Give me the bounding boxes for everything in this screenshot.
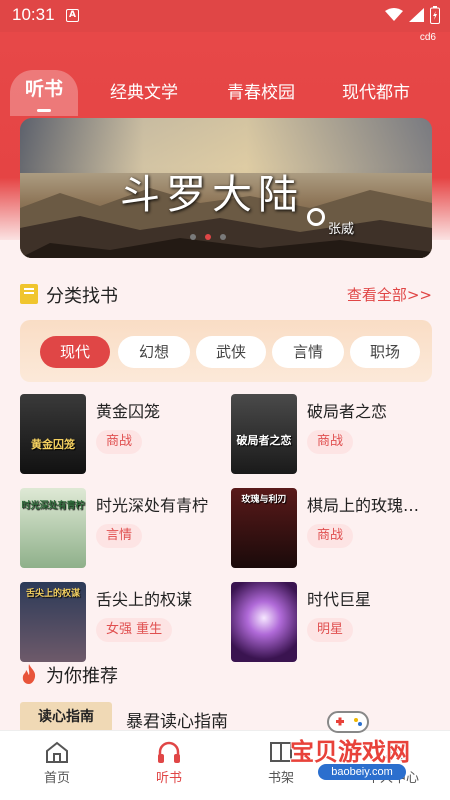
tab-classic-literature[interactable]: 经典文学 (110, 78, 178, 103)
gamepad-icon (327, 711, 369, 733)
cover-title: 黄金囚笼 (31, 438, 75, 451)
banner-subtitle: 张威 (328, 222, 355, 237)
book-item[interactable]: 玫瑰与利刃 棋局上的玫瑰… 商战 (231, 488, 431, 568)
flame-icon (22, 664, 36, 684)
book-item[interactable]: 时代巨星 明星 (231, 582, 431, 662)
nav-home[interactable]: 首页 (12, 741, 102, 786)
book-cover: 舌尖上的权谋 (20, 582, 86, 662)
tab-youth-campus[interactable]: 青春校园 (227, 78, 295, 103)
banner-indicator (190, 234, 226, 240)
watermark-logo: 宝贝游戏网 baobeiy.com (280, 706, 450, 782)
notification-icon: A (66, 9, 79, 22)
book-title: 时光深处有青柠 (96, 496, 209, 515)
view-all-link[interactable]: 查看全部>> (347, 284, 432, 305)
genre-chip-romance[interactable]: 言情 (272, 336, 344, 368)
book-item[interactable]: 舌尖上的权谋 舌尖上的权谋 女强 重生 (20, 582, 220, 662)
status-time: 10:31 (12, 5, 55, 24)
book-tag: 明星 (307, 618, 354, 642)
genre-chip-fantasy[interactable]: 幻想 (118, 336, 190, 368)
tab-modern-city[interactable]: 现代都市 (342, 78, 410, 103)
book-cover (231, 582, 297, 662)
banner-title: 斗罗大陆 (120, 172, 304, 218)
nav-home-label: 首页 (43, 771, 70, 786)
genre-panel: 现代 幻想 武侠 言情 职场 (20, 320, 432, 382)
status-bar: 10:31 A (0, 0, 450, 32)
genre-chip-workplace[interactable]: 职场 (350, 336, 420, 368)
status-icons (385, 6, 440, 24)
banner-carousel[interactable]: 斗罗大陆 张威 (20, 118, 432, 258)
book-title: 破局者之恋 (307, 402, 388, 421)
corner-label: cd6 (419, 32, 436, 43)
book-title: 棋局上的玫瑰… (307, 496, 420, 515)
cover-title: 读心指南 (38, 709, 94, 725)
cover-title: 舌尖上的权谋 (25, 589, 80, 599)
category-header: 分类找书 查看全部>> (20, 282, 432, 308)
top-tabs: 听书 经典文学 青春校园 现代都市 (0, 70, 450, 116)
book-cover: 读心指南 (20, 702, 112, 732)
signal-icon (409, 8, 424, 22)
watermark-url: baobeiy.com (318, 764, 406, 780)
home-icon (46, 741, 68, 763)
book-item[interactable]: 破局者之恋 破局者之恋 商战 (231, 394, 431, 474)
cover-title: 破局者之恋 (236, 434, 292, 447)
book-title: 舌尖上的权谋 (96, 590, 193, 609)
category-title: 分类找书 (46, 286, 118, 307)
notebook-icon (20, 284, 38, 304)
tab-listen[interactable]: 听书 (10, 70, 78, 116)
book-title: 时代巨星 (307, 590, 372, 609)
book-tag: 言情 (96, 524, 143, 548)
book-tag: 商战 (307, 430, 354, 454)
book-item[interactable]: 时光深处有青柠 时光深处有青柠 言情 (20, 488, 220, 568)
indicator-dot (190, 234, 196, 240)
cover-title: 玫瑰与利刃 (241, 495, 287, 505)
genre-chip-wuxia[interactable]: 武侠 (196, 336, 266, 368)
book-cover: 时光深处有青柠 (20, 488, 86, 568)
book-cover: 破局者之恋 (231, 394, 297, 474)
book-item[interactable]: 黄金囚笼 黄金囚笼 商战 (20, 394, 220, 474)
indicator-dot-active (205, 234, 211, 240)
banner-seal-icon (307, 208, 325, 226)
watermark-text: 宝贝游戏网 (290, 738, 410, 766)
book-tag: 女强 重生 (96, 618, 173, 642)
recommend-title: 为你推荐 (46, 666, 118, 687)
headphones-icon (158, 741, 180, 763)
indicator-dot (220, 234, 226, 240)
book-tag: 商战 (307, 524, 354, 548)
wifi-icon (385, 8, 403, 21)
battery-icon (430, 6, 440, 24)
nav-listen-label: 听书 (155, 771, 182, 786)
book-title: 暴君读心指南 (126, 712, 228, 732)
cover-title: 时光深处有青柠 (21, 501, 85, 511)
book-title: 黄金囚笼 (96, 402, 161, 421)
nav-listen[interactable]: 听书 (124, 741, 214, 786)
genre-chip-modern[interactable]: 现代 (40, 336, 110, 368)
book-cover: 黄金囚笼 (20, 394, 86, 474)
book-cover: 玫瑰与利刃 (231, 488, 297, 568)
book-tag: 商战 (96, 430, 143, 454)
